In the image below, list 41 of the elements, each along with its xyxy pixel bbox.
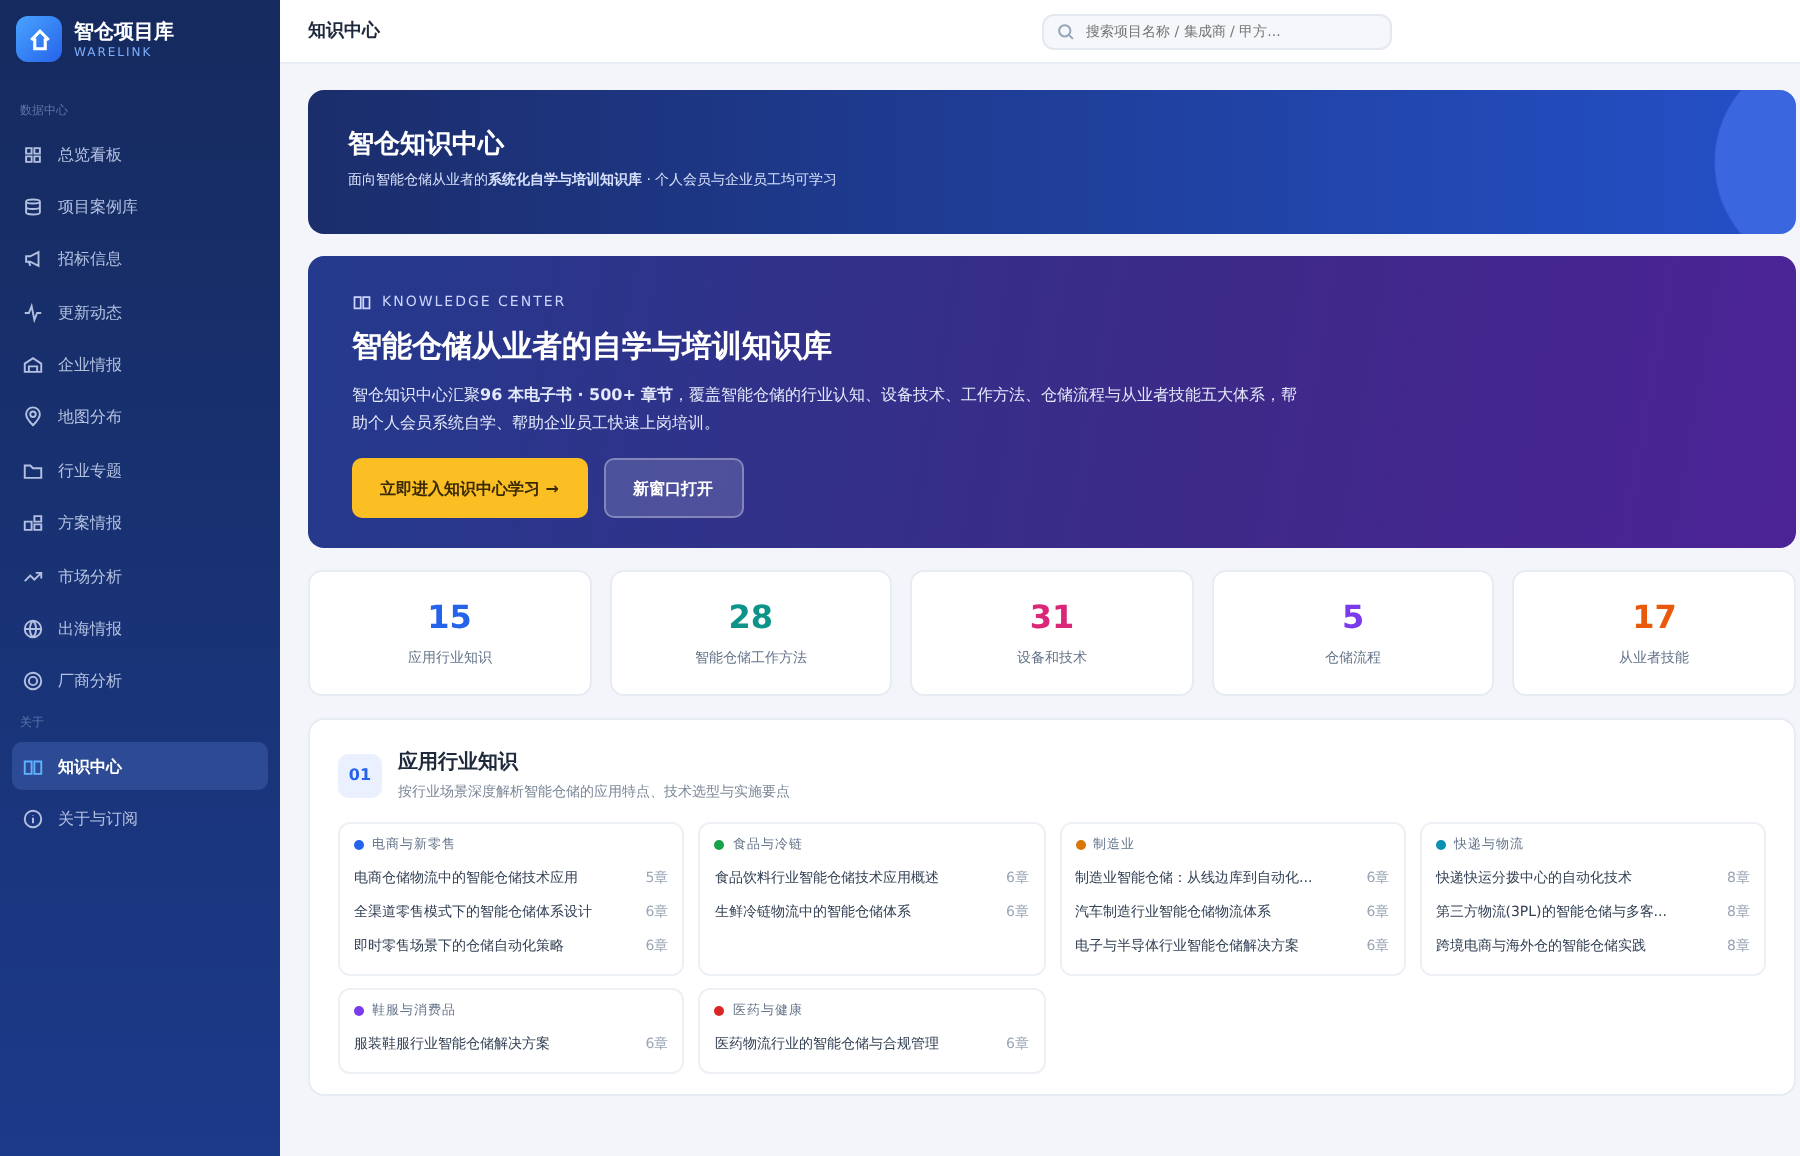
nav-icon <box>22 195 44 218</box>
stat-value: 5 <box>1342 598 1365 636</box>
book-icon <box>352 292 372 312</box>
nav-item[interactable]: 行业专题 <box>12 446 268 495</box>
nav-icon <box>22 301 44 324</box>
logo-icon <box>16 16 62 62</box>
hero-title: 智能仓储从业者的自学与培训知识库 <box>352 328 834 366</box>
hero-description: 智仓知识中心汇聚96 本电子书 · 500+ 章节，覆盖智能仓储的行业认知、设备技术、工作方法、仓储流程与从业者技能五大体系，帮助个人会员系统自学、帮助企业员工快速上岗培训。 <box>352 384 1300 436</box>
section-title: 应用行业知识 <box>398 748 521 776</box>
nav-item[interactable]: 总览看板 <box>12 130 268 178</box>
app-name: 智仓项目库 <box>74 18 174 46</box>
nav-icon <box>22 755 44 778</box>
nav-icon <box>22 618 44 641</box>
open-new-window-button[interactable]: 新窗口打开 <box>603 458 743 518</box>
nav-item[interactable]: 招标信息 <box>12 235 268 284</box>
nav-icon <box>22 459 44 482</box>
nav-item[interactable]: 方案情报 <box>12 499 268 548</box>
start-learning-button[interactable]: 立即进入知识中心学习 → <box>352 458 587 518</box>
nav-icon <box>22 808 44 831</box>
stat-value: 17 <box>1632 598 1677 636</box>
nav-item[interactable]: 项目案例库 <box>12 182 268 231</box>
nav-icon <box>22 248 44 271</box>
nav-icon <box>22 406 44 429</box>
nav-item[interactable]: 出海情报 <box>12 605 268 654</box>
nav-item[interactable]: 关于与订阅 <box>12 795 268 844</box>
nav-item[interactable]: 厂商分析 <box>12 657 268 706</box>
nav-icon <box>22 512 44 535</box>
stat-value: 15 <box>427 598 472 636</box>
stat-value: 28 <box>728 598 774 636</box>
banner-title: 智仓知识中心 <box>348 127 507 162</box>
section-number: 01 <box>338 753 382 797</box>
nav-icon <box>22 354 44 377</box>
nav-icon <box>22 670 44 693</box>
page-title: 知识中心 <box>308 18 380 44</box>
nav-icon <box>22 143 44 165</box>
nav-item[interactable]: 市场分析 <box>12 552 268 601</box>
nav-item[interactable]: 企业情报 <box>12 341 268 390</box>
stat-value: 31 <box>1029 598 1075 636</box>
nav-item[interactable]: 知识中心 <box>12 742 268 791</box>
nav-item[interactable]: 更新动态 <box>12 288 268 337</box>
nav-item[interactable]: 地图分布 <box>12 393 268 442</box>
